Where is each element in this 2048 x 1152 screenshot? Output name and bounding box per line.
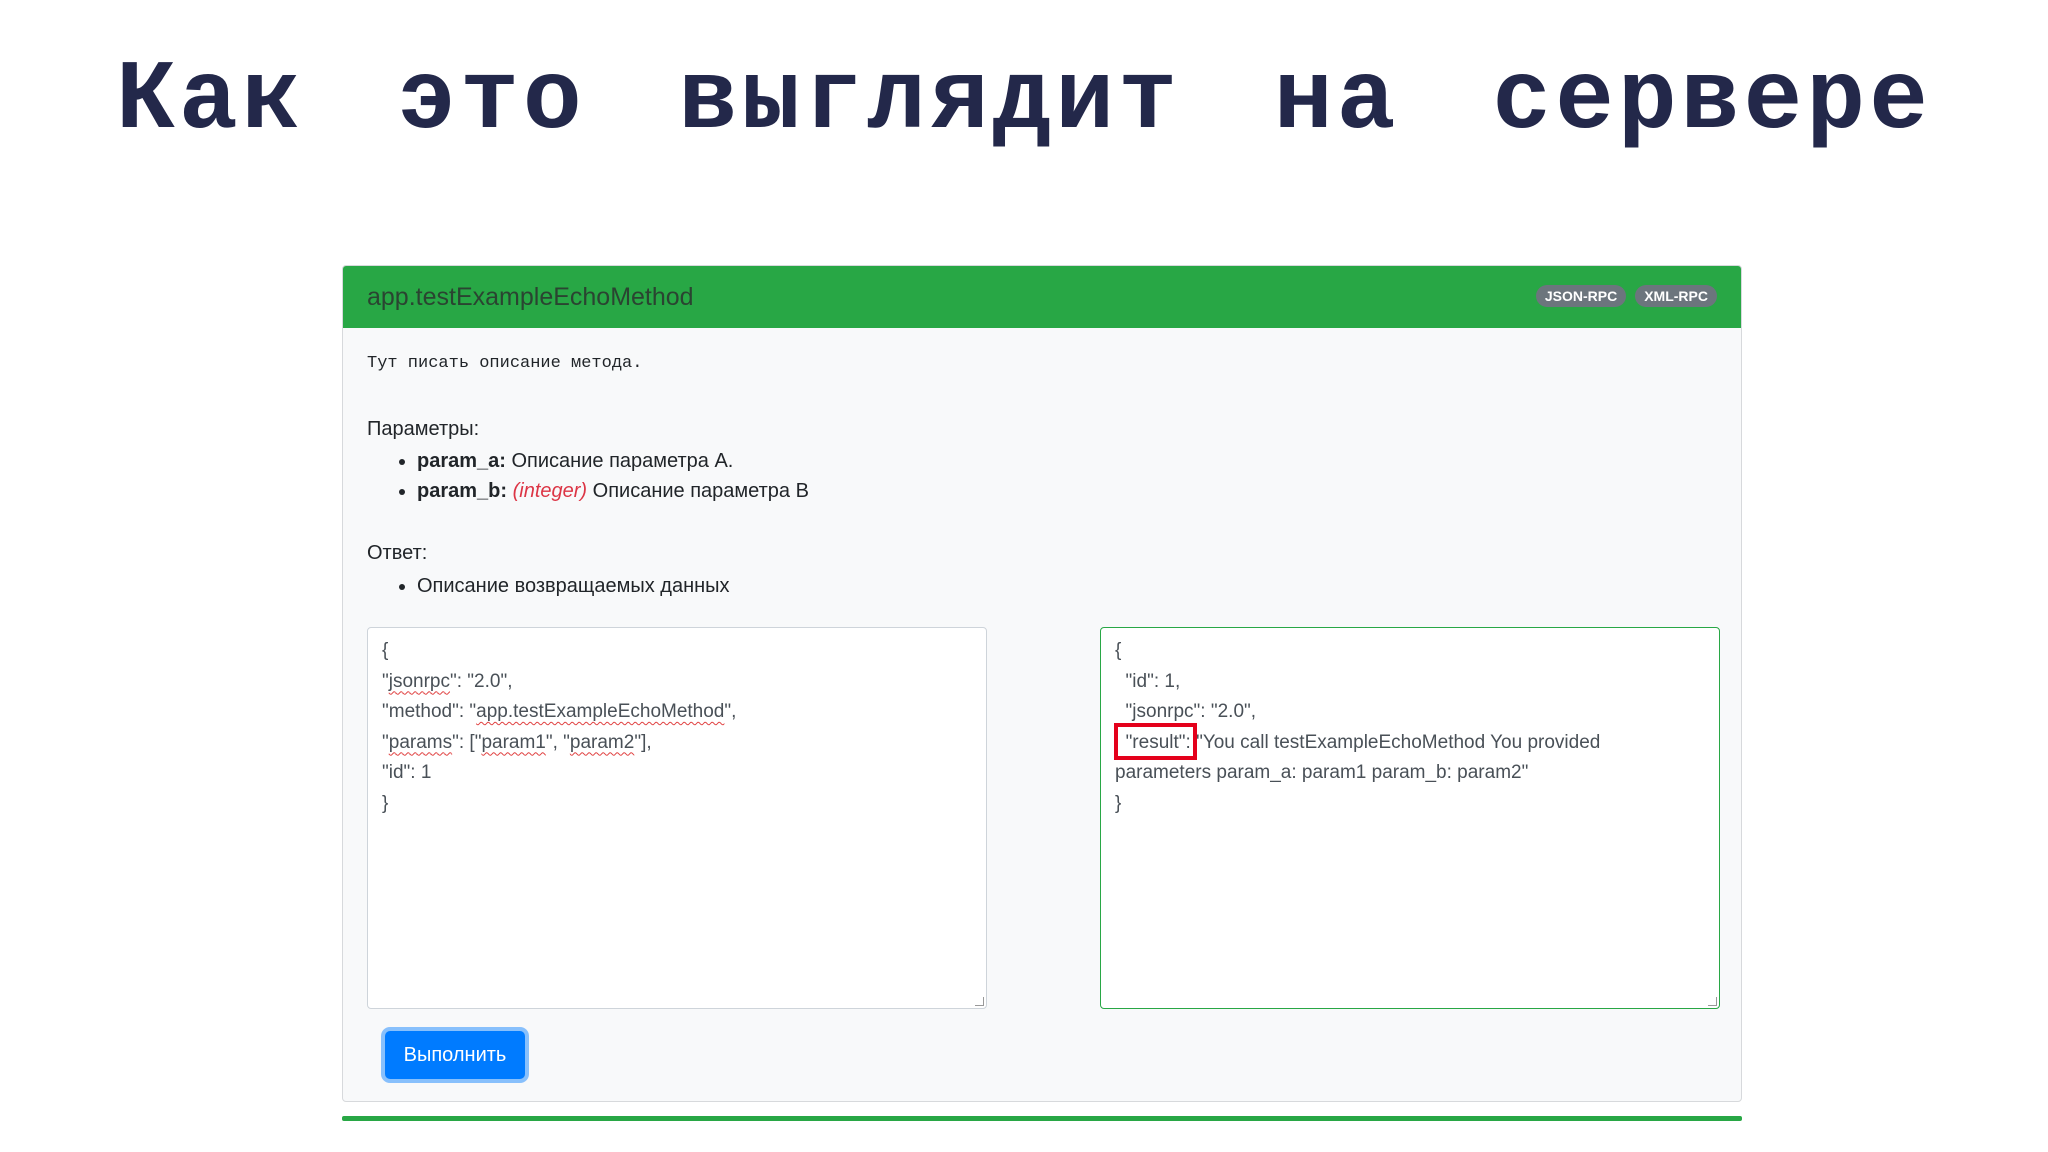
response-textarea[interactable]: { "id": 1, "jsonrpc": "2.0", "result": "… <box>1100 627 1720 1009</box>
protocol-badges: JSON-RPC XML-RPC <box>1535 285 1717 307</box>
code-line: "result": "You call testExampleEchoMetho… <box>1115 731 1606 784</box>
code-line: "id": 1 <box>382 762 432 783</box>
response-label: Ответ: <box>367 542 428 564</box>
run-button[interactable]: Выполнить <box>385 1031 525 1079</box>
slide-title: Как это выглядит на сервере <box>116 46 1932 157</box>
resize-handle-icon[interactable] <box>1708 997 1717 1006</box>
params-list: param_a: Описание параметра А. param_b: … <box>393 446 809 506</box>
json-rpc-badge: JSON-RPC <box>1535 285 1627 307</box>
next-card-border <box>342 1116 1742 1121</box>
response-list: Описание возвращаемых данных <box>393 571 730 601</box>
code-line: } <box>382 792 389 814</box>
response-item: Описание возвращаемых данных <box>417 571 730 601</box>
xml-rpc-badge: XML-RPC <box>1635 285 1717 307</box>
code-line: "id": 1, <box>1115 670 1181 692</box>
code-line: { <box>382 640 389 661</box>
code-line: { <box>1115 640 1122 661</box>
param-type: (integer) <box>512 480 588 502</box>
resize-handle-icon[interactable] <box>975 997 984 1006</box>
method-card: app.testExampleEchoMethod JSON-RPC XML-R… <box>342 265 1742 1102</box>
code-line: } <box>1115 792 1122 814</box>
params-label: Параметры: <box>367 418 480 440</box>
code-line: "params": ["param1", "param2"], <box>382 731 652 753</box>
param-description: Описание параметра А. <box>505 450 734 472</box>
code-line: "jsonrpc": "2.0", <box>382 670 513 692</box>
card-header: app.testExampleEchoMethod JSON-RPC XML-R… <box>343 266 1741 328</box>
method-description: Тут писать описание метода. <box>367 354 643 373</box>
code-line: "method": "app.testExampleEchoMethod", <box>382 701 737 722</box>
code-line: "jsonrpc": "2.0", <box>1115 701 1257 722</box>
request-textarea[interactable]: { "jsonrpc": "2.0", "method": "app.testE… <box>367 627 987 1009</box>
result-highlight-box <box>1114 723 1197 760</box>
param-name: param_a: <box>417 450 506 472</box>
param-item: param_b: (integer) Описание параметра В <box>417 476 809 506</box>
param-item: param_a: Описание параметра А. <box>417 446 809 476</box>
param-description: Описание параметра В <box>587 480 809 502</box>
method-name: app.testExampleEchoMethod <box>367 283 694 311</box>
param-name: param_b: <box>417 480 508 502</box>
